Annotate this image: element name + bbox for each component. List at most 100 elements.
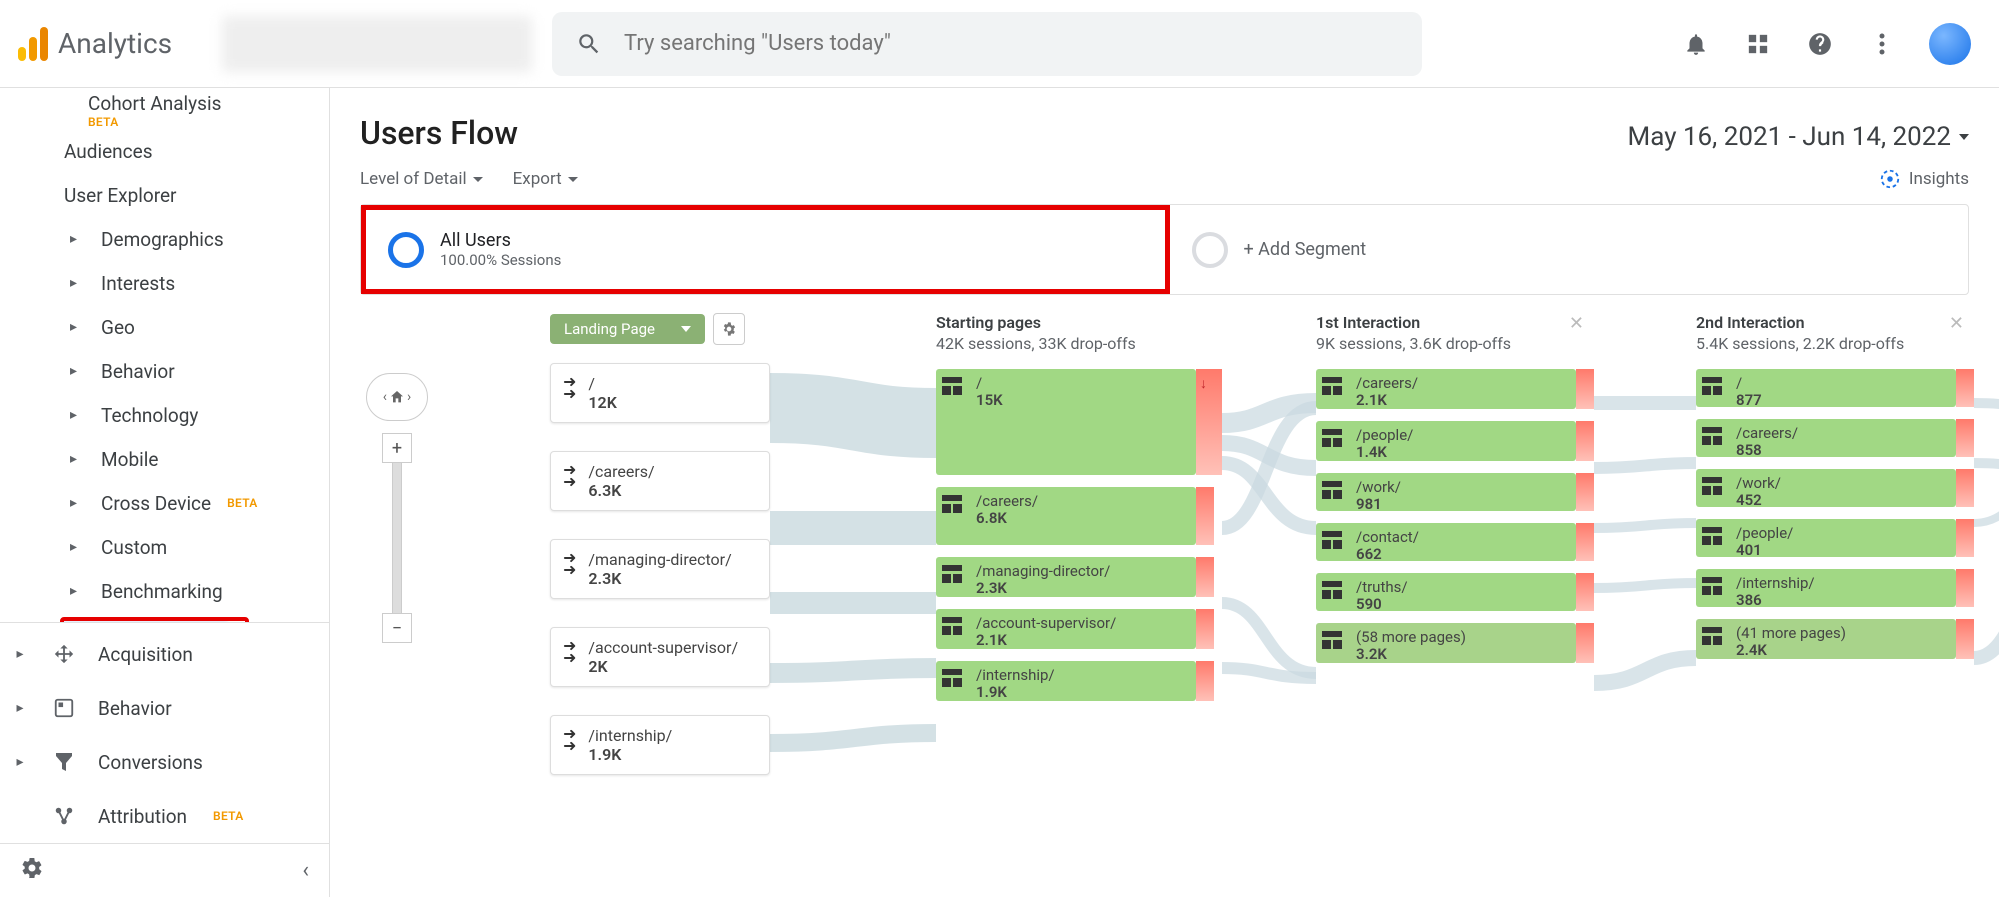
home-icon	[389, 389, 405, 405]
source-arrows-icon: ➜➜	[563, 550, 576, 588]
flow-node[interactable]: /people/ 401	[1696, 519, 1956, 557]
dimension-selector[interactable]: Landing Page	[550, 314, 705, 344]
dropoff-indicator	[1576, 523, 1594, 561]
flow-node[interactable]: /careers/ 858	[1696, 419, 1956, 457]
flow-node[interactable]: /careers/ 2.1K	[1316, 369, 1576, 409]
nav-cross-device[interactable]: ▸Cross DeviceBETA	[0, 481, 329, 525]
landing-source[interactable]: ➜➜ /careers/ 6.3K	[550, 451, 770, 511]
node-value: 877	[1736, 391, 1762, 409]
nav-demographics[interactable]: ▸Demographics	[0, 217, 329, 261]
source-arrows-icon: ➜➜	[563, 374, 576, 412]
section-behavior[interactable]: ▸ Behavior	[0, 681, 329, 735]
nav-label: Cohort Analysis	[88, 92, 221, 115]
brand[interactable]: Analytics	[12, 27, 212, 61]
dropoff-indicator	[1196, 487, 1214, 545]
node-value: 981	[1356, 495, 1401, 513]
flow-canvas[interactable]: ‹ › + −	[346, 313, 1999, 897]
page-icon	[1322, 581, 1346, 599]
node-title: /careers/	[976, 493, 1038, 509]
dimension-settings-button[interactable]	[713, 313, 745, 345]
flow-node[interactable]: /work/ 981	[1316, 473, 1576, 511]
flow-node[interactable]: /internship/ 386	[1696, 569, 1956, 607]
date-range-selector[interactable]: May 16, 2021 - Jun 14, 2022	[1628, 122, 1969, 152]
nav-benchmarking[interactable]: ▸Benchmarking	[0, 569, 329, 613]
segment-all-users[interactable]: All Users 100.00% Sessions	[361, 205, 1170, 294]
page-icon	[942, 565, 966, 583]
nav-label: Technology	[101, 404, 198, 427]
nav-custom[interactable]: ▸Custom	[0, 525, 329, 569]
avatar[interactable]	[1929, 23, 1971, 65]
source-title: /	[588, 374, 616, 393]
nav-technology[interactable]: ▸Technology	[0, 393, 329, 437]
landing-source[interactable]: ➜➜ /account-supervisor/ 2K	[550, 627, 770, 687]
account-selector[interactable]	[222, 16, 532, 72]
dropoff-indicator: ↓	[1196, 369, 1222, 475]
zoom-out-button[interactable]: −	[382, 613, 412, 643]
flow-node[interactable]: /account-supervisor/ 2.1K	[936, 609, 1196, 649]
nav-mobile[interactable]: ▸Mobile	[0, 437, 329, 481]
nav-geo[interactable]: ▸Geo	[0, 305, 329, 349]
column-header: 1st Interaction	[1316, 313, 1576, 332]
flow-node[interactable]: (58 more pages) 3.2K	[1316, 623, 1576, 663]
flow-node[interactable]: (41 more pages) 2.4K	[1696, 619, 1956, 659]
dropoff-indicator	[1956, 619, 1974, 659]
landing-source[interactable]: ➜➜ /managing-director/ 2.3K	[550, 539, 770, 599]
notifications-icon[interactable]	[1681, 29, 1711, 59]
apps-icon[interactable]	[1743, 29, 1773, 59]
flow-node[interactable]: /managing-director/ 2.3K	[936, 557, 1196, 597]
collapse-sidebar-icon[interactable]: ‹	[302, 858, 309, 883]
flow-node[interactable]: /work/ 452	[1696, 469, 1956, 507]
dropoff-indicator	[1576, 421, 1594, 461]
page-icon	[1322, 531, 1346, 549]
chevron-right-icon: ▸	[70, 363, 77, 379]
dropoff-indicator	[1196, 661, 1214, 701]
close-column-icon[interactable]: ✕	[1569, 313, 1584, 334]
insights-button[interactable]: Insights	[1879, 168, 1969, 190]
chevron-right-icon: ▸	[70, 495, 77, 511]
source-title: /careers/	[588, 462, 654, 481]
flow-node[interactable]: /careers/ 6.8K	[936, 487, 1196, 545]
nav-cohort-analysis[interactable]: Cohort Analysis BETA	[0, 88, 329, 129]
node-value: 858	[1736, 441, 1798, 459]
chevron-right-icon: ▸	[10, 700, 30, 716]
segment-subtitle: 100.00% Sessions	[440, 251, 561, 269]
home-nav-button[interactable]: ‹ ›	[366, 373, 428, 421]
nav-user-explorer[interactable]: User Explorer	[0, 173, 329, 217]
search-input[interactable]	[624, 31, 1398, 56]
page-icon	[1322, 481, 1346, 499]
main: Users Flow May 16, 2021 - Jun 14, 2022 L…	[330, 88, 1999, 897]
close-column-icon[interactable]: ✕	[1949, 313, 1964, 334]
help-icon[interactable]	[1805, 29, 1835, 59]
flow-node[interactable]: / 15K ↓	[936, 369, 1196, 475]
zoom-in-button[interactable]: +	[382, 433, 412, 463]
nav-audiences[interactable]: Audiences	[0, 129, 329, 173]
node-title: /truths/	[1356, 579, 1408, 595]
flow-node[interactable]: /contact/ 662	[1316, 523, 1576, 561]
landing-source[interactable]: ➜➜ /internship/ 1.9K	[550, 715, 770, 775]
nav-interests[interactable]: ▸Interests	[0, 261, 329, 305]
landing-source[interactable]: ➜➜ / 12K	[550, 363, 770, 423]
node-title: /internship/	[1736, 575, 1815, 591]
settings-icon[interactable]	[20, 856, 44, 885]
chevron-right-icon: ▸	[10, 646, 30, 662]
section-acquisition[interactable]: ▸ Acquisition	[0, 627, 329, 681]
export-dropdown[interactable]: Export	[513, 169, 578, 189]
flow-node[interactable]: / 877	[1696, 369, 1956, 407]
section-conversions[interactable]: ▸ Conversions	[0, 735, 329, 789]
chevron-down-icon	[1959, 134, 1969, 140]
dropoff-indicator	[1956, 369, 1974, 407]
search-icon	[576, 31, 602, 57]
search-bar[interactable]	[552, 12, 1422, 76]
level-of-detail-dropdown[interactable]: Level of Detail	[360, 169, 483, 189]
starting-pages-column: Starting pages 42K sessions, 33K drop-of…	[936, 313, 1196, 713]
source-arrows-icon: ➜➜	[563, 726, 576, 764]
zoom-slider[interactable]	[392, 463, 402, 613]
section-attribution[interactable]: Attribution BETA	[0, 789, 329, 843]
more-icon[interactable]	[1867, 29, 1897, 59]
nav-label: Benchmarking	[101, 580, 223, 603]
add-segment-button[interactable]: + Add Segment	[1170, 205, 1969, 294]
flow-node[interactable]: /internship/ 1.9K	[936, 661, 1196, 701]
flow-node[interactable]: /people/ 1.4K	[1316, 421, 1576, 461]
nav-behavior[interactable]: ▸Behavior	[0, 349, 329, 393]
flow-node[interactable]: /truths/ 590	[1316, 573, 1576, 611]
